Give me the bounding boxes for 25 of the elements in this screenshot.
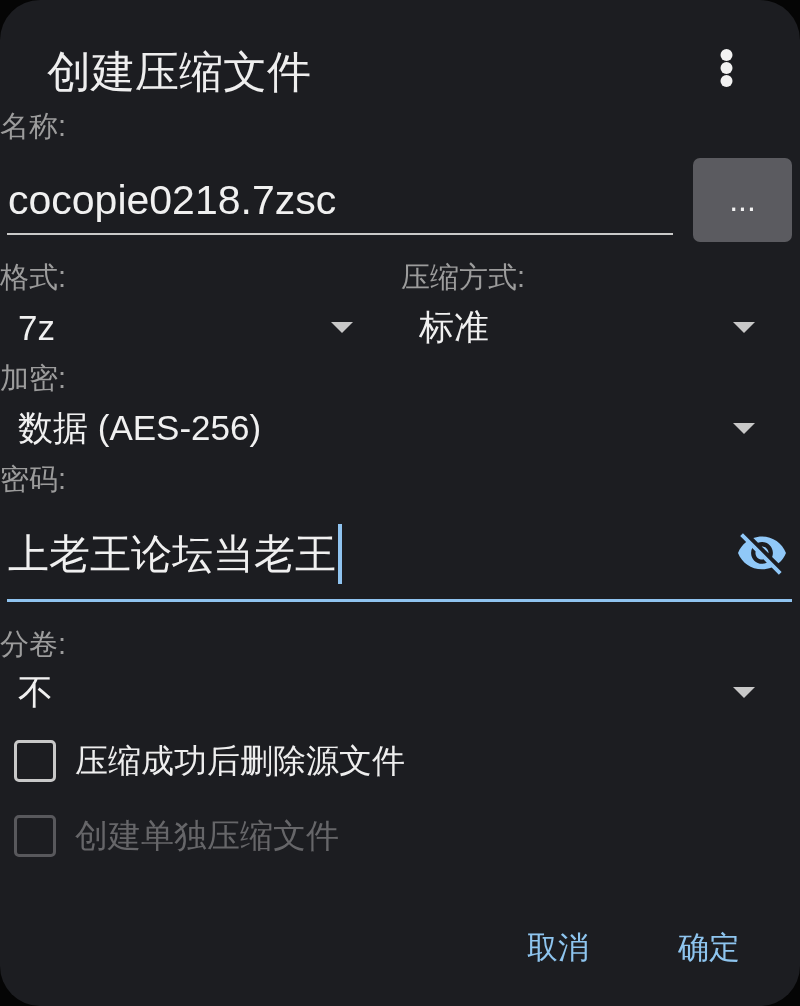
- field-label: 加密:: [0, 361, 67, 395]
- checkbox[interactable]: [14, 739, 56, 782]
- more-menu-icon[interactable]: [720, 49, 733, 87]
- field-label: 格式:: [0, 260, 67, 294]
- field-label: 压缩方式:: [401, 260, 526, 294]
- encryption-dropdown[interactable]: 数据 (AES-256): [0, 395, 800, 462]
- format-dropdown[interactable]: 7z: [0, 294, 399, 361]
- dialog-title: 创建压缩文件: [47, 46, 311, 98]
- name-input[interactable]: cocopie0218.7zsc: [7, 158, 673, 235]
- method-dropdown[interactable]: 标准: [401, 294, 800, 361]
- caret-icon: [733, 322, 755, 333]
- caret-icon: [733, 423, 755, 434]
- eye-off-icon[interactable]: [738, 533, 786, 575]
- field-label: 名称:: [0, 109, 67, 143]
- field-label: 密码:: [0, 462, 67, 496]
- split-dropdown[interactable]: 不: [0, 661, 800, 723]
- caret-icon: [733, 686, 755, 698]
- password-field[interactable]: 上老王论坛当老王: [7, 496, 792, 602]
- caret-icon: [331, 322, 353, 333]
- ok-button[interactable]: 确定: [660, 918, 758, 978]
- field-label: 分卷:: [0, 627, 67, 661]
- checkbox-label: 创建单独压缩文件: [75, 816, 339, 856]
- cancel-button[interactable]: 取消: [509, 918, 607, 978]
- checkbox-label[interactable]: 压缩成功后删除源文件: [75, 740, 405, 781]
- browse-button[interactable]: ...: [693, 158, 792, 242]
